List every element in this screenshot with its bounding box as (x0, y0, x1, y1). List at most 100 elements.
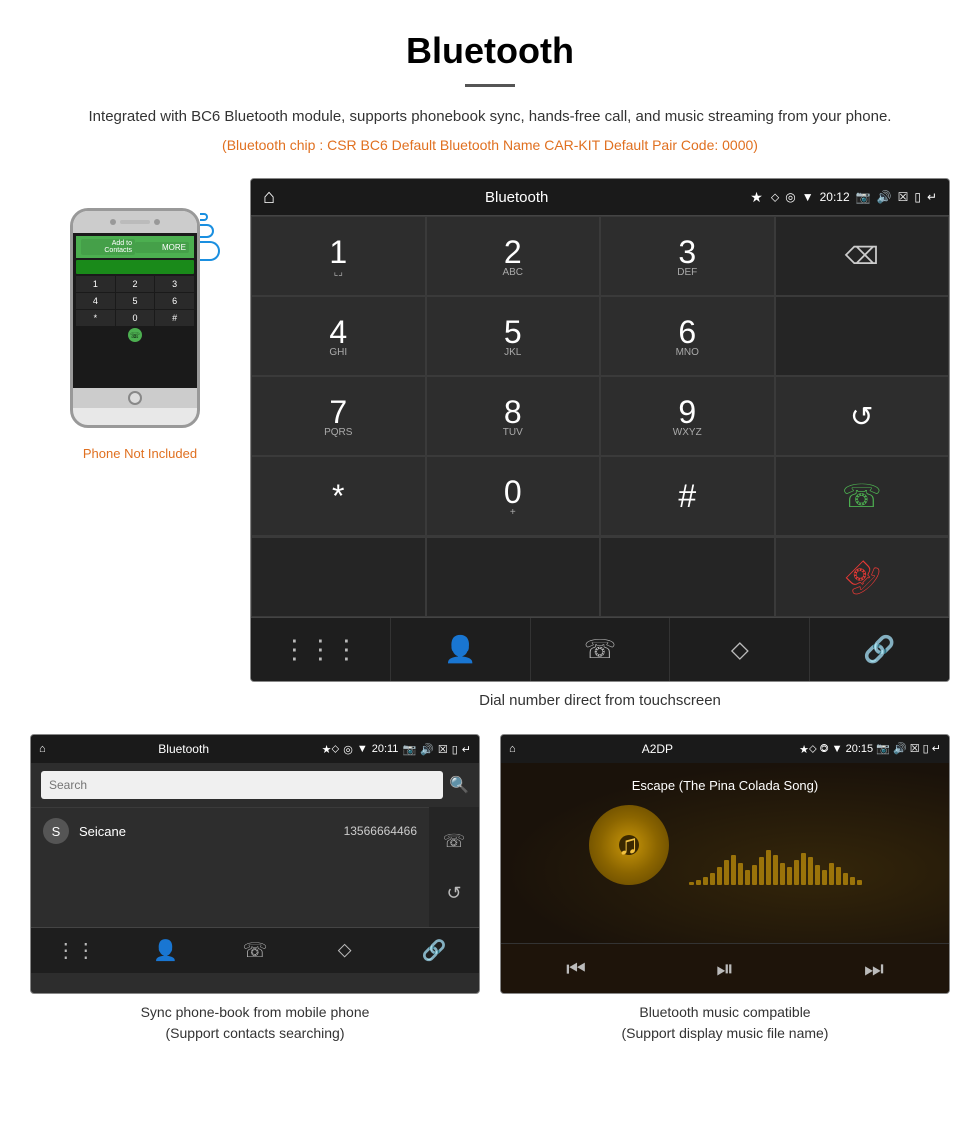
nav-bluetooth[interactable]: ⬦ (670, 618, 810, 681)
music-caption-text: Bluetooth music compatible(Support displ… (622, 1004, 829, 1041)
music-screen[interactable]: ⌂ A2DP ★ ⬦ ◎ ▼ 20:15 📷 🔊 ☒ ▯ ↵ Escap (500, 734, 950, 994)
refresh-key[interactable]: ↺ (775, 376, 950, 456)
keypad-last-row: ☏ (251, 536, 949, 617)
music-bt-icon: ⬦ (809, 743, 817, 755)
dial-app-name: Bluetooth (283, 189, 750, 206)
viz-bar (829, 863, 834, 885)
key-hash[interactable]: # (600, 456, 775, 536)
pb-call-icon[interactable]: ☏ (443, 831, 466, 852)
empty-last-2 (426, 537, 601, 617)
music-next-icon[interactable]: ⏭ (864, 956, 884, 982)
pb-right-icons: ⬦ ◎ ▼ 20:11 📷 🔊 ☒ ▯ ↵ (332, 743, 471, 756)
dial-screen[interactable]: ⌂ Bluetooth ★ ⬦ ◎ ▼ 20:12 📷 🔊 ☒ ▯ ↵ (250, 178, 950, 682)
close-icon: ☒ (898, 190, 909, 204)
key-1[interactable]: 1 ⌞⌟ (251, 216, 426, 296)
phone-dial-display (76, 260, 194, 274)
call-green-key[interactable]: ☏ (775, 456, 950, 536)
phone-dial-grid: 1 2 3 4 5 6 * 0 # (76, 276, 194, 326)
viz-bar (773, 855, 778, 885)
pb-caption-text: Sync phone-book from mobile phone(Suppor… (141, 1004, 370, 1041)
viz-bar (787, 867, 792, 885)
key-3[interactable]: 3 DEF (600, 216, 775, 296)
pb-bottom-nav: ⋮⋮ 👤 ☏ ⬦ 🔗 (31, 927, 479, 973)
phone-mockup: Add to Contacts MORE 1 2 3 4 5 6 * 0 (70, 208, 200, 428)
location-icon: ◎ (785, 190, 795, 204)
nav-link[interactable]: 🔗 (810, 618, 949, 681)
viz-bar (850, 877, 855, 885)
back-icon: ↵ (927, 190, 937, 204)
phone-camera (110, 219, 116, 225)
music-prev-icon[interactable]: ⏮ (566, 956, 586, 982)
pb-nav-dialpad[interactable]: ⋮⋮ (31, 928, 121, 973)
call-red-key[interactable]: ☏ (775, 537, 950, 617)
pb-app-name: Bluetooth (46, 742, 322, 756)
pb-refresh2-icon[interactable]: ↺ (446, 883, 461, 904)
music-x-icon: ☒ (910, 743, 920, 755)
key-4-sub: GHI (329, 347, 347, 358)
pb-contact-row[interactable]: S Seicane 13566664466 (31, 807, 429, 854)
title-divider (465, 84, 515, 87)
page-specs: (Bluetooth chip : CSR BC6 Default Blueto… (80, 137, 900, 153)
phone-side: ⬦ Add to Contacts MORE (30, 178, 250, 461)
empty-last-1 (251, 537, 426, 617)
key-7[interactable]: 7 PQRS (251, 376, 426, 456)
viz-bar (759, 857, 764, 885)
viz-bar (689, 882, 694, 885)
viz-bar (822, 870, 827, 885)
phone-call-button: ☏ (128, 328, 142, 342)
key-8[interactable]: 8 TUV (426, 376, 601, 456)
music-cam-icon: 📷 (876, 743, 890, 755)
pb-nav-link2[interactable]: 🔗 (389, 928, 479, 973)
phone-key-1: 1 (76, 276, 115, 292)
viz-bar (696, 880, 701, 885)
music-play-pause-icon[interactable]: ⏯ (716, 956, 734, 982)
signal-icon: ▼ (802, 190, 814, 204)
pb-nav-contacts-active[interactable]: 👤 (121, 928, 211, 973)
pb-back-icon: ↵ (462, 743, 471, 756)
delete-key[interactable]: ⌫ (775, 216, 950, 296)
phone-key-hash: # (155, 310, 194, 326)
music-note-icon: ♫ (618, 829, 639, 861)
key-6[interactable]: 6 MNO (600, 296, 775, 376)
dial-caption: Dial number direct from touchscreen (250, 682, 950, 724)
music-back-icon: ↵ (932, 743, 941, 755)
phone-image-container: ⬦ Add to Contacts MORE (70, 208, 210, 438)
key-2[interactable]: 2 ABC (426, 216, 601, 296)
key-star[interactable]: * (251, 456, 426, 536)
key-0-main: 0 (504, 474, 522, 511)
music-status-bar: ⌂ A2DP ★ ⬦ ◎ ▼ 20:15 📷 🔊 ☒ ▯ ↵ (501, 735, 949, 763)
phone-screen-action: MORE (135, 242, 189, 253)
wave-medium (200, 224, 214, 238)
phone-key-5: 5 (116, 293, 155, 309)
pb-nav-phone2[interactable]: ☏ (210, 928, 300, 973)
key-9[interactable]: 9 WXYZ (600, 376, 775, 456)
nav-contacts[interactable]: 👤 (391, 618, 531, 681)
key-hash-main: # (678, 478, 696, 515)
key-8-main: 8 (504, 394, 522, 431)
main-section: ⬦ Add to Contacts MORE (0, 168, 980, 734)
key-9-sub: WXYZ (673, 427, 702, 438)
viz-bar (843, 873, 848, 885)
pb-usb-icon: ★ (322, 743, 332, 756)
phonebook-screen[interactable]: ⌂ Bluetooth ★ ⬦ ◎ ▼ 20:11 📷 🔊 ☒ ▯ ↵ (30, 734, 480, 994)
key-0[interactable]: 0 + (426, 456, 601, 536)
key-6-main: 6 (678, 314, 696, 351)
pb-nav-bt2[interactable]: ⬦ (300, 928, 390, 973)
camera-icon: 📷 (856, 190, 871, 204)
music-art-area: ♫ (589, 805, 862, 885)
viz-bar (794, 860, 799, 885)
phone-key-star: * (76, 310, 115, 326)
pb-sig-icon: ▼ (357, 743, 368, 755)
dial-status-bar: ⌂ Bluetooth ★ ⬦ ◎ ▼ 20:12 📷 🔊 ☒ ▯ ↵ (251, 179, 949, 215)
pb-status-bar: ⌂ Bluetooth ★ ⬦ ◎ ▼ 20:11 📷 🔊 ☒ ▯ ↵ (31, 735, 479, 763)
key-5[interactable]: 5 JKL (426, 296, 601, 376)
phone-key-4: 4 (76, 293, 115, 309)
pb-cam-icon: 📷 (402, 743, 416, 756)
nav-dialpad[interactable]: ⋮⋮⋮ (251, 618, 391, 681)
pb-vol-icon: 🔊 (420, 743, 434, 756)
nav-phone[interactable]: ☏ (531, 618, 671, 681)
music-item: ⌂ A2DP ★ ⬦ ◎ ▼ 20:15 📷 🔊 ☒ ▯ ↵ Escap (500, 734, 950, 1052)
music-right-icons: ⬦ ◎ ▼ 20:15 📷 🔊 ☒ ▯ ↵ (809, 742, 941, 756)
pb-search-input[interactable] (41, 771, 443, 799)
key-4[interactable]: 4 GHI (251, 296, 426, 376)
